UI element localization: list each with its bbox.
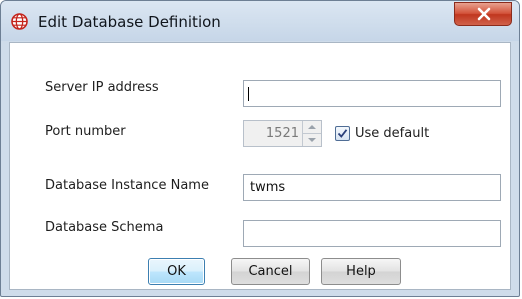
- instance-name-value: twms: [250, 180, 286, 195]
- spinner-down-arrow-icon[interactable]: [303, 134, 321, 146]
- checkmark-icon: [337, 129, 348, 138]
- text-caret: [248, 87, 249, 101]
- help-button[interactable]: Help: [321, 258, 401, 285]
- server-ip-label: Server IP address: [45, 80, 159, 95]
- dialog-window: Edit Database Definition Server IP addre…: [0, 0, 520, 297]
- window-title: Edit Database Definition: [38, 13, 221, 31]
- instance-name-input[interactable]: twms: [243, 174, 501, 201]
- ok-button[interactable]: OK: [148, 258, 205, 285]
- schema-label: Database Schema: [45, 220, 164, 235]
- port-number-label: Port number: [45, 124, 126, 139]
- title-bar[interactable]: Edit Database Definition: [1, 1, 519, 41]
- spinner-up-arrow-icon[interactable]: [303, 121, 321, 134]
- use-default-checkbox[interactable]: [335, 126, 350, 141]
- port-number-value: 1521: [265, 126, 299, 141]
- dialog-content: Server IP address Port number 1521 Use d…: [9, 42, 511, 290]
- schema-input[interactable]: [243, 220, 501, 247]
- close-x-icon: [477, 7, 491, 21]
- port-number-spinner[interactable]: 1521: [243, 120, 322, 147]
- cancel-button[interactable]: Cancel: [231, 258, 310, 285]
- close-button[interactable]: [454, 2, 512, 26]
- instance-name-label: Database Instance Name: [45, 178, 209, 193]
- globe-database-icon: [11, 13, 28, 30]
- server-ip-input[interactable]: [243, 80, 501, 107]
- spinner-buttons: [302, 121, 321, 146]
- use-default-label[interactable]: Use default: [355, 126, 429, 141]
